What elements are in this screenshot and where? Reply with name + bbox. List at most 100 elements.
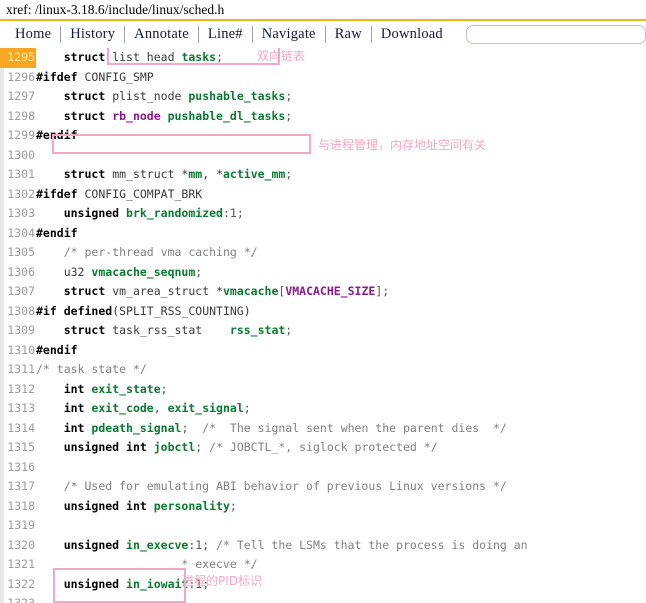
code-line: 1319 (0, 516, 646, 536)
line-content: int pdeath_signal; /* The signal sent wh… (36, 419, 507, 439)
code-line: 1306 u32 vmacache_seqnum; (0, 263, 646, 283)
line-content: #endif (36, 224, 78, 244)
code-token: struct (63, 89, 106, 103)
menu-item-home[interactable]: Home (6, 26, 60, 43)
code-token: mm (188, 167, 203, 181)
line-number[interactable]: 1308 (0, 302, 36, 322)
code-token[interactable]: VMACACHE_SIZE (285, 284, 375, 298)
line-number[interactable]: 1302 (0, 185, 36, 205)
line-number[interactable]: 1304 (0, 224, 36, 244)
code-line: 1313 int exit_code, exit_signal; (0, 399, 646, 419)
line-number[interactable]: 1306 (0, 263, 36, 283)
code-token: unsigned (63, 576, 120, 591)
line-number[interactable]: 1310 (0, 341, 36, 361)
line-number[interactable]: 1305 (0, 243, 36, 263)
code-token: ; (195, 264, 203, 279)
line-number[interactable]: 1312 (0, 380, 36, 400)
line-number[interactable]: 1319 (0, 516, 36, 536)
code-token: /* Tell the LSMs that the process is doi… (216, 537, 528, 552)
code-token: CONFIG_COMPAT_BRK (84, 186, 203, 201)
code-line: 1297 struct plist_node pushable_tasks; (0, 87, 646, 107)
line-content: /* task state */ (36, 360, 147, 380)
search-input[interactable] (465, 25, 646, 44)
line-number[interactable]: 1320 (0, 536, 36, 556)
line-number[interactable]: 1303 (0, 204, 36, 224)
code-token: * execve */ (36, 557, 258, 571)
line-number[interactable]: 1323 (0, 594, 36, 603)
code-token: /* per-thread vma caching */ (63, 245, 258, 259)
line-number[interactable]: 1321 (0, 555, 36, 575)
line-number[interactable]: 1322 (0, 575, 36, 595)
line-number[interactable]: 1296 (0, 68, 36, 88)
line-content: #endif (36, 126, 78, 146)
line-number[interactable]: 1309 (0, 321, 36, 341)
source-code-viewer[interactable]: 1295 struct list_head tasks; 1296 #ifdef C… (0, 48, 646, 603)
line-number[interactable]: 1298 (0, 107, 36, 127)
line-number[interactable]: 1315 (0, 438, 36, 458)
code-token: #ifdef (36, 186, 78, 201)
code-token: pushable_tasks (188, 89, 286, 103)
menu-item-annotate[interactable]: Annotate (125, 26, 198, 43)
line-number[interactable]: 1301 (0, 165, 36, 185)
line-number[interactable]: 1316 (0, 458, 36, 478)
code-line: 1307 struct vm_area_struct *vmacache[VMA… (0, 282, 646, 302)
code-line: 1300 (0, 146, 646, 166)
code-token: int (63, 381, 85, 396)
code-token: #endif (36, 225, 78, 240)
code-token: tasks (181, 50, 217, 64)
code-token: /* JOBCTL_*, siglock protected */ (209, 440, 438, 454)
code-token: :1; (222, 206, 244, 220)
code-token: ]; (375, 284, 390, 298)
code-token: unsigned int (63, 498, 147, 513)
code-token[interactable]: rb_node (112, 109, 160, 123)
menu-item-navigate[interactable]: Navigate (253, 26, 325, 43)
menu-item-download[interactable]: Download (372, 26, 452, 43)
code-line: 1322 unsigned in_iowait:1; (0, 575, 646, 595)
code-line: 1315 unsigned int jobctl; /* JOBCTL_*, s… (0, 438, 646, 458)
code-token: * (209, 284, 223, 298)
code-line: 1296 #ifdef CONFIG_SMP (0, 68, 646, 88)
code-line: 1299 #endif (0, 126, 646, 146)
code-token: #endif (36, 342, 78, 357)
line-content: struct plist_node pushable_tasks; (36, 87, 293, 107)
line-content: #ifdef CONFIG_SMP (36, 68, 154, 88)
line-number[interactable]: 1314 (0, 419, 36, 439)
line-number[interactable]: 1295 (0, 48, 36, 68)
menu-item-raw[interactable]: Raw (326, 26, 371, 43)
line-content: /* Used for emulating ABI behavior of pr… (36, 477, 507, 497)
code-token: ; (285, 89, 293, 103)
line-number[interactable]: 1300 (0, 146, 36, 166)
line-number[interactable]: 1297 (0, 87, 36, 107)
line-number[interactable]: 1313 (0, 399, 36, 419)
code-token: :1; (188, 576, 210, 591)
menu-item-linenum[interactable]: Line# (199, 26, 252, 43)
menu-item-history[interactable]: History (61, 26, 124, 43)
line-number[interactable]: 1299 (0, 126, 36, 146)
code-token: ; (285, 167, 293, 181)
line-number[interactable]: 1307 (0, 282, 36, 302)
code-token: pdeath_signal (91, 420, 182, 435)
code-token: ; (160, 381, 168, 396)
line-number[interactable]: 1311 (0, 360, 36, 380)
code-token: task_rss_stat (112, 323, 203, 337)
line-content: unsigned int personality; (36, 497, 237, 517)
line-number[interactable]: 1317 (0, 477, 36, 497)
code-token: vmacache_seqnum (91, 264, 196, 279)
code-token: int (63, 420, 85, 435)
code-token: personality (153, 498, 230, 513)
line-content: #if defined(SPLIT_RSS_COUNTING) (36, 302, 251, 322)
code-token: #ifdef (36, 69, 78, 84)
code-token: ; (285, 323, 293, 337)
code-line: 1321 * execve */ (0, 555, 646, 575)
code-token: brk_randomized (126, 206, 223, 220)
line-number[interactable]: 1318 (0, 497, 36, 517)
line-content: struct mm_struct *mm, *active_mm; (36, 165, 293, 185)
code-line: 1303 unsigned brk_randomized:1; (0, 204, 646, 224)
code-token: CONFIG_SMP (84, 69, 154, 84)
